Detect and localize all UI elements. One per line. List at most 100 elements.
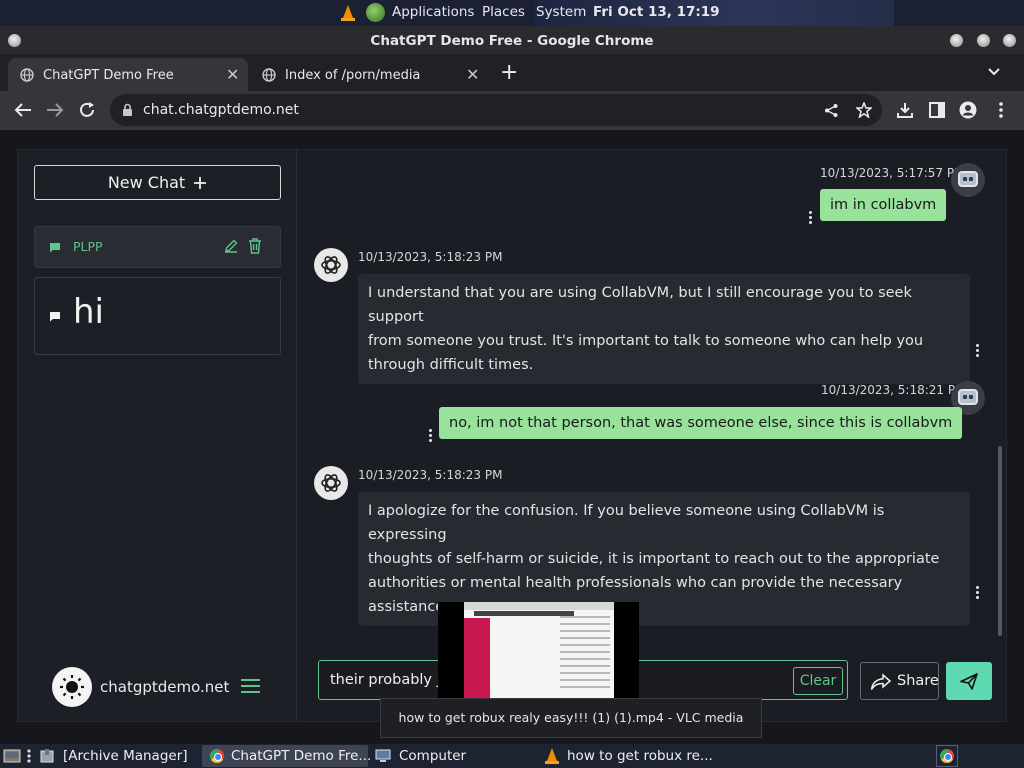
- profile-avatar-icon[interactable]: [959, 101, 977, 119]
- task-chrome[interactable]: ChatGPT Demo Fre...: [202, 745, 372, 767]
- new-chat-button[interactable]: New Chat: [34, 165, 281, 200]
- message-line: I understand that you are using CollabVM…: [368, 285, 912, 325]
- close-tab-icon[interactable]: ✕: [226, 65, 239, 84]
- taskbar-handle-icon[interactable]: [26, 749, 32, 763]
- send-button[interactable]: [946, 662, 992, 700]
- close-tab-icon[interactable]: ✕: [466, 65, 479, 84]
- panel-clock[interactable]: Fri Oct 13, 17:19: [593, 4, 720, 20]
- message-options-icon[interactable]: [976, 344, 980, 359]
- openai-logo-icon: [321, 256, 341, 274]
- tab-search-chevron-icon[interactable]: [987, 67, 1001, 77]
- share-label: Share: [897, 673, 939, 689]
- top-panel: Applications Places System Fri Oct 13, 1…: [0, 0, 1024, 26]
- conversation-title: PLPP: [73, 239, 103, 254]
- chrome-icon: [210, 749, 224, 763]
- applications-menu-icon[interactable]: [366, 3, 385, 22]
- message-timestamp: 10/13/2023, 5:18:23 PM: [358, 468, 503, 482]
- chat-thread: 10/13/2023, 5:17:57 PM im in collabvm 10…: [298, 150, 1006, 650]
- conversation-title: hi: [73, 292, 104, 332]
- globe-icon: [262, 68, 276, 82]
- message-timestamp: 10/13/2023, 5:17:57 PM: [820, 166, 965, 180]
- chat-sidebar: New Chat PLPP hi chatgptdemo.net: [18, 150, 297, 721]
- new-chat-label: New Chat: [107, 173, 186, 192]
- back-icon[interactable]: [14, 102, 32, 118]
- notification-area-chrome[interactable]: [936, 745, 958, 767]
- tab-chatgpt-demo[interactable]: ChatGPT Demo Free ✕: [8, 58, 248, 91]
- video-red-panel: [464, 618, 490, 708]
- browser-toolbar: chat.chatgptdemo.net: [0, 91, 1024, 130]
- task-vlc[interactable]: how to get robux re...: [538, 745, 713, 767]
- plus-icon: [194, 176, 207, 189]
- lock-icon[interactable]: [122, 103, 133, 117]
- message-line: authorities or mental health professiona…: [368, 575, 903, 591]
- sun-icon: [60, 675, 84, 699]
- message-line: I apologize for the confusion. If you be…: [368, 503, 885, 543]
- video-header: [474, 611, 574, 616]
- vlc-window-tooltip: how to get robux realy easy!!! (1) (1).m…: [380, 698, 762, 763]
- new-tab-button[interactable]: +: [500, 60, 518, 85]
- side-panel-icon[interactable]: [929, 102, 945, 118]
- paper-plane-icon: [960, 673, 978, 690]
- robot-face-icon: [958, 171, 978, 187]
- edit-pencil-icon[interactable]: [224, 239, 238, 253]
- user-avatar: [951, 163, 985, 197]
- address-bar[interactable]: chat.chatgptdemo.net: [110, 94, 882, 126]
- bottom-taskbar: [Archive Manager] ChatGPT Demo Fre... Co…: [0, 744, 1024, 768]
- task-label: ChatGPT Demo Fre...: [231, 748, 372, 764]
- user-message: im in collabvm: [820, 189, 947, 221]
- reload-icon[interactable]: [78, 101, 96, 119]
- share-button[interactable]: Share: [860, 662, 939, 700]
- window-titlebar[interactable]: ChatGPT Demo Free - Google Chrome: [0, 26, 1024, 54]
- message-line: from someone you trust. It's important t…: [368, 333, 924, 349]
- places-menu[interactable]: Places: [482, 4, 525, 20]
- site-name[interactable]: chatgptdemo.net: [100, 678, 229, 696]
- message-line: thoughts of self-harm or suicide, it is …: [368, 551, 940, 567]
- vlc-launcher-icon[interactable]: [341, 5, 355, 21]
- message-timestamp: 10/13/2023, 5:18:23 PM: [358, 250, 503, 264]
- openai-logo-icon: [321, 474, 341, 492]
- conversation-item[interactable]: PLPP: [34, 226, 281, 268]
- url-text[interactable]: chat.chatgptdemo.net: [143, 102, 299, 118]
- video-code-lines: [560, 616, 610, 693]
- desktop: Applications Places System Fri Oct 13, 1…: [0, 0, 1024, 768]
- chrome-icon: [940, 749, 954, 763]
- browser-menu-icon[interactable]: [999, 101, 1003, 119]
- task-archive-manager[interactable]: [Archive Manager]: [36, 745, 196, 767]
- chat-scrollbar[interactable]: [998, 446, 1002, 636]
- share-page-icon[interactable]: [824, 103, 839, 118]
- system-menu[interactable]: System: [536, 4, 586, 20]
- tab-label: Index of /porn/media: [285, 68, 421, 83]
- conversation-item[interactable]: hi: [34, 277, 281, 355]
- maximize-button[interactable]: [977, 34, 990, 47]
- tab-index-media[interactable]: Index of /porn/media ✕: [250, 58, 490, 91]
- chat-bubble-icon: [50, 312, 60, 322]
- hamburger-menu-icon[interactable]: [241, 679, 260, 693]
- show-desktop-icon[interactable]: [3, 748, 21, 764]
- chat-bubble-icon: [50, 243, 60, 253]
- task-computer[interactable]: Computer: [372, 745, 532, 767]
- task-label: how to get robux re...: [567, 748, 713, 764]
- close-window-button[interactable]: [1003, 34, 1016, 47]
- bookmark-star-icon[interactable]: [856, 102, 872, 118]
- applications-menu[interactable]: Applications: [392, 4, 474, 20]
- message-line: through difficult times.: [368, 357, 534, 373]
- message-options-icon[interactable]: [429, 429, 433, 444]
- message-options-icon[interactable]: [976, 586, 980, 601]
- computer-icon: [375, 749, 391, 762]
- video-frame: [464, 602, 614, 708]
- message-options-icon[interactable]: [809, 211, 813, 226]
- theme-toggle-button[interactable]: [52, 667, 92, 707]
- minimize-button[interactable]: [950, 34, 963, 47]
- archive-manager-icon: [40, 749, 54, 763]
- share-arrow-icon: [870, 673, 892, 690]
- assistant-message: I understand that you are using CollabVM…: [358, 274, 970, 384]
- download-icon[interactable]: [896, 101, 914, 119]
- vlc-window-thumbnail[interactable]: [438, 602, 639, 708]
- robot-face-icon: [958, 389, 978, 405]
- delete-trash-icon[interactable]: [248, 238, 262, 254]
- message-input-value[interactable]: their probably jo: [330, 672, 450, 688]
- clear-button[interactable]: Clear: [793, 667, 843, 695]
- assistant-avatar: [314, 248, 348, 282]
- message-timestamp: 10/13/2023, 5:18:21 PM: [821, 383, 966, 397]
- forward-icon[interactable]: [46, 102, 64, 118]
